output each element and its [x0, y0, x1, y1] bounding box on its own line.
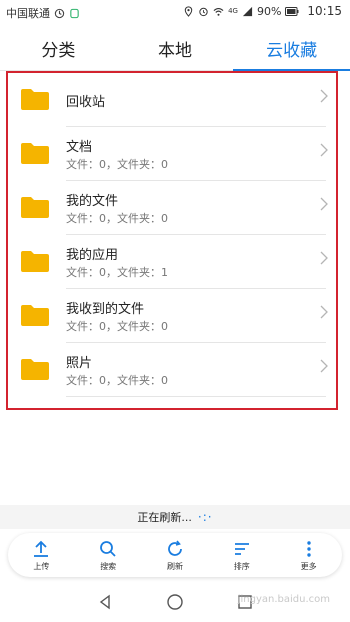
folder-title: 我的应用: [66, 248, 119, 263]
app-notification-icon: [70, 8, 79, 18]
battery-icon: [285, 6, 299, 16]
folder-subtitle: 文件：0，文件夹：1: [66, 266, 168, 279]
folder-subtitle: 文件：0，文件夹：0: [66, 374, 168, 387]
battery-label: 90%: [256, 4, 282, 18]
upload-button[interactable]: 上传: [15, 535, 67, 575]
chevron-right-icon: [320, 197, 328, 211]
refresh-status-bar: 正在刷新... ·:·: [0, 505, 350, 529]
folder-icon: [21, 143, 49, 164]
search-button[interactable]: 搜索: [82, 535, 134, 575]
sort-label: 排序: [233, 561, 250, 571]
home-button[interactable]: [165, 592, 185, 612]
chevron-right-icon: [320, 305, 328, 319]
folder-icon: [21, 251, 49, 272]
refresh-button[interactable]: 刷新: [149, 535, 201, 575]
wifi-icon: [213, 7, 224, 16]
refresh-icon: [168, 539, 182, 556]
alarm-icon: [199, 7, 208, 16]
more-label: 更多: [300, 561, 317, 571]
watermark: jingyan.baidu.com: [237, 594, 330, 605]
refresh-label: 刷新: [166, 561, 183, 571]
row-divider: [66, 396, 326, 397]
tab-cloud-favorites[interactable]: 云收藏: [233, 26, 350, 71]
folder-list: 回收站 文档 文件：0，文件夹：0 我的文件 文件：0，文件夹：0 我的应用 文…: [6, 71, 338, 410]
folder-icon: [21, 89, 49, 110]
refresh-status-text: 正在刷新...: [137, 511, 192, 524]
folder-icon: [21, 305, 49, 326]
folder-subtitle: 文件：0，文件夹：0: [66, 212, 168, 225]
folder-title: 我的文件: [66, 194, 119, 209]
folder-title: 照片: [66, 356, 93, 371]
signal-icon: [242, 6, 253, 16]
sort-button[interactable]: 排序: [216, 535, 268, 575]
search-label: 搜索: [100, 561, 117, 571]
chevron-right-icon: [320, 89, 328, 103]
folder-title: 我收到的文件: [66, 302, 145, 317]
back-triangle-icon: [99, 594, 110, 610]
folder-row-my-files[interactable]: 我的文件 文件：0，文件夹：0: [8, 181, 336, 235]
folder-row-recycle-bin[interactable]: 回收站: [8, 73, 336, 127]
clock: 10:15: [307, 4, 342, 18]
location-icon: [184, 5, 193, 17]
folder-subtitle: 文件：0，文件夹：0: [66, 158, 168, 171]
home-circle-icon: [167, 594, 183, 610]
folder-subtitle: 文件：0，文件夹：0: [66, 320, 168, 333]
chevron-right-icon: [320, 143, 328, 157]
upload-icon: [34, 540, 49, 557]
loading-spinner-icon: ·:·: [197, 510, 213, 524]
folder-row-photos[interactable]: 照片 文件：0，文件夹：0: [8, 343, 336, 397]
folder-row-my-apps[interactable]: 我的应用 文件：0，文件夹：1: [8, 235, 336, 289]
folder-icon: [21, 197, 49, 218]
chevron-right-icon: [320, 359, 328, 373]
more-button[interactable]: 更多: [283, 535, 335, 575]
data-sync-icon: [54, 8, 65, 18]
status-bar: 中国联通 4G 90% 10:15: [0, 0, 350, 24]
tab-bar: 分类 本地 云收藏: [0, 26, 350, 71]
search-icon: [100, 540, 116, 557]
folder-icon: [21, 359, 49, 380]
tab-category[interactable]: 分类: [0, 26, 117, 70]
chevron-right-icon: [320, 251, 328, 265]
folder-row-received-files[interactable]: 我收到的文件 文件：0，文件夹：0: [8, 289, 336, 343]
folder-row-documents[interactable]: 文档 文件：0，文件夹：0: [8, 127, 336, 181]
upload-label: 上传: [33, 561, 50, 571]
folder-title: 回收站: [66, 95, 106, 110]
folder-title: 文档: [66, 140, 93, 155]
sort-icon: [234, 542, 249, 555]
tab-local[interactable]: 本地: [117, 26, 234, 70]
more-icon: [306, 540, 311, 557]
bottom-toolbar: 上传 搜索 刷新 排序 更多: [8, 533, 342, 577]
network-type-label: 4G: [228, 7, 238, 15]
back-button[interactable]: [95, 592, 115, 612]
carrier-label: 中国联通: [6, 7, 50, 20]
